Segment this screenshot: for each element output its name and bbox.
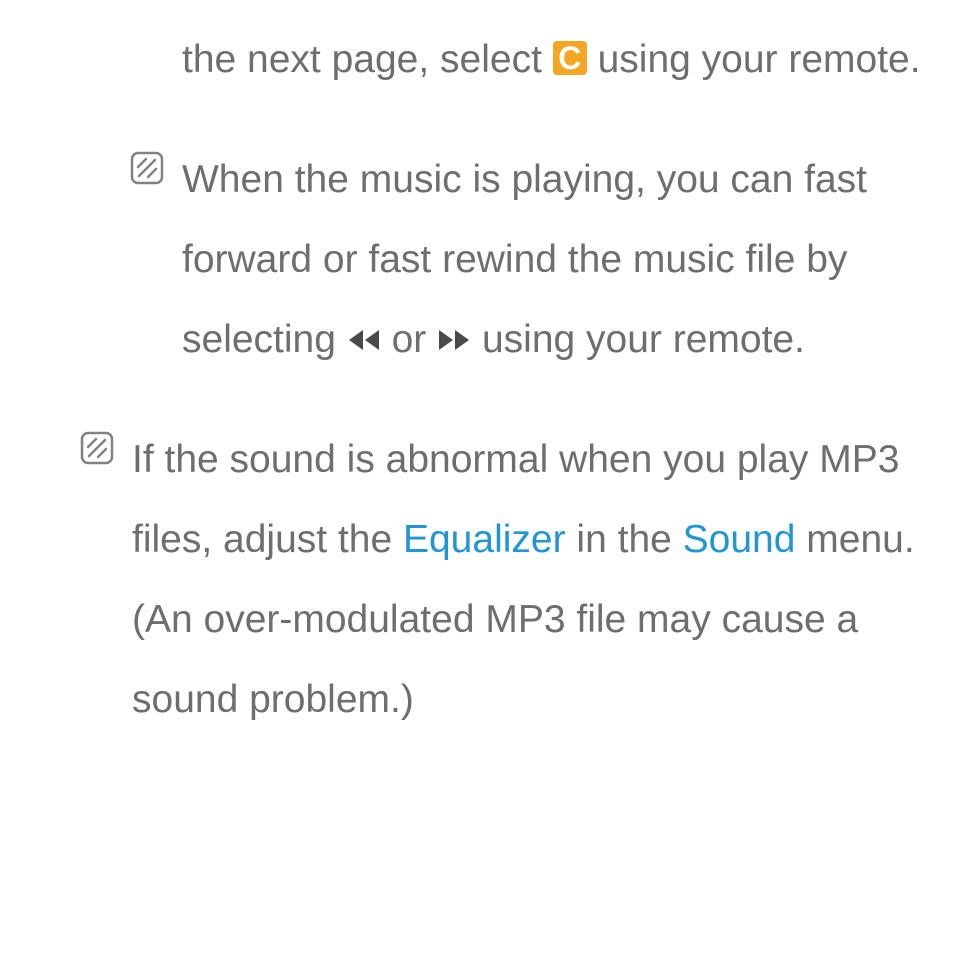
text-fragment: or xyxy=(381,318,437,361)
text-fragment: in the xyxy=(566,518,683,561)
fast-rewind-icon xyxy=(347,326,381,354)
menu-keyword-sound: Sound xyxy=(683,518,796,561)
fast-forward-icon xyxy=(437,326,471,354)
document-page: the next page, select C using your remot… xyxy=(0,0,954,780)
text-fragment: using your remote. xyxy=(471,318,805,361)
remote-button-c-icon: C xyxy=(553,41,587,75)
menu-keyword-equalizer: Equalizer xyxy=(403,518,566,561)
note-icon xyxy=(80,431,114,465)
paragraph-continuation: the next page, select C using your remot… xyxy=(30,20,924,100)
note-paragraph: If the sound is abnormal when you play M… xyxy=(30,420,924,740)
text-fragment: the next page, select xyxy=(182,38,553,81)
note-paragraph: When the music is playing, you can fast … xyxy=(30,140,924,380)
note-icon xyxy=(130,151,164,185)
text-fragment: using your remote. xyxy=(587,38,921,81)
